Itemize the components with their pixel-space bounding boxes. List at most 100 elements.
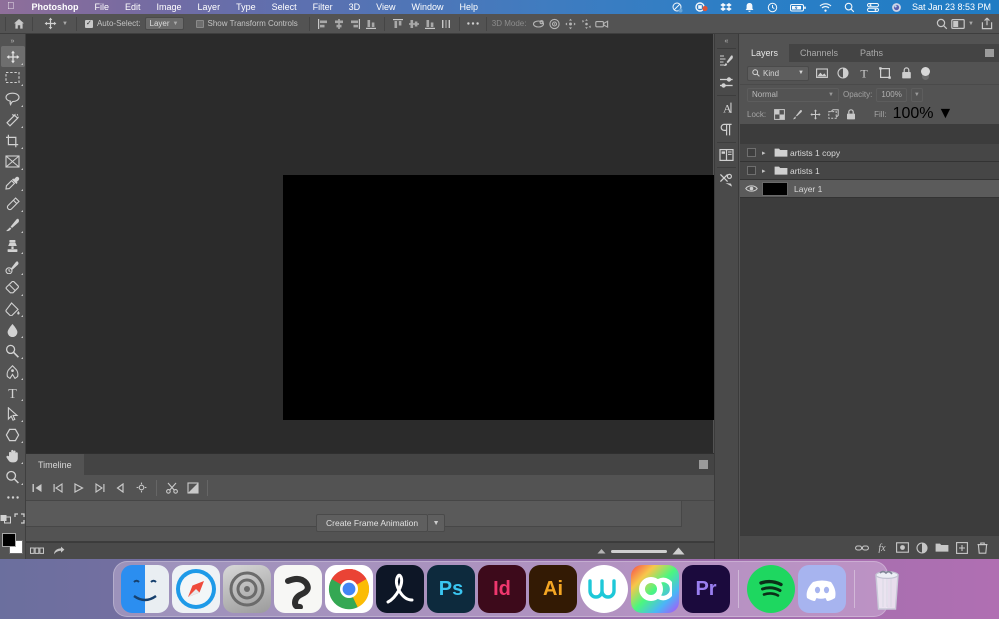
pen-tool[interactable] — [1, 361, 25, 382]
split-at-playhead-icon[interactable] — [161, 475, 182, 501]
document-canvas[interactable] — [283, 175, 717, 420]
filter-pixel-icon[interactable] — [814, 65, 830, 81]
magic-wand-tool[interactable] — [1, 109, 25, 130]
distribute-vertical-centers-icon[interactable] — [406, 14, 422, 34]
3d-orbit-icon[interactable] — [530, 14, 546, 34]
notification-bell-icon[interactable] — [738, 2, 761, 13]
wifi-icon[interactable] — [813, 2, 838, 13]
time-machine-icon[interactable] — [761, 2, 784, 13]
frame-tool[interactable] — [1, 151, 25, 172]
shape-tool[interactable] — [1, 424, 25, 445]
timeline-zoom-slider[interactable] — [592, 547, 714, 555]
color-swatches[interactable] — [1, 533, 24, 555]
dock-app-discord[interactable] — [798, 565, 846, 613]
chevron-down-icon[interactable]: ▼ — [968, 21, 974, 27]
menu-bar-clock[interactable]: Sat Jan 23 8:53 PM — [908, 2, 999, 12]
record-stop-icon[interactable] — [689, 1, 714, 13]
zoom-out-small-icon[interactable] — [597, 548, 606, 554]
history-brush-tool[interactable] — [1, 256, 25, 277]
type-tool[interactable]: T — [1, 382, 25, 403]
menu-item-image[interactable]: Image — [149, 0, 190, 14]
tab-paths[interactable]: Paths — [849, 44, 894, 62]
layer-visibility-toggle[interactable] — [740, 184, 762, 193]
go-to-first-frame-icon[interactable] — [26, 475, 47, 501]
3d-pan-icon[interactable] — [562, 14, 578, 34]
settings-gear-icon[interactable] — [131, 475, 152, 501]
search-icon[interactable] — [934, 14, 950, 34]
menu-item-view[interactable]: View — [368, 0, 403, 14]
menu-item-edit[interactable]: Edit — [117, 0, 149, 14]
layer-style-fx-icon[interactable]: fx — [873, 536, 891, 560]
foreground-color-swatch[interactable] — [1, 533, 16, 547]
align-bottom-edges-icon[interactable] — [363, 14, 379, 34]
panel-menu-icon[interactable] — [985, 49, 994, 57]
brush-settings-icon[interactable] — [715, 50, 738, 72]
tab-layers[interactable]: Layers — [740, 44, 790, 62]
lock-artboard-nesting-icon[interactable] — [826, 107, 840, 121]
audio-icon[interactable] — [110, 475, 131, 501]
dock-app-system-preferences[interactable] — [223, 565, 271, 613]
actions-icon[interactable] — [715, 169, 738, 191]
fill-value[interactable]: 100% — [893, 105, 934, 123]
edit-toolbar-tool[interactable] — [1, 487, 25, 508]
canvas-work-area[interactable] — [26, 34, 717, 453]
opacity-chevron-icon[interactable]: ▼ — [910, 87, 923, 102]
filter-smart-object-icon[interactable] — [898, 65, 914, 81]
eraser-tool[interactable] — [1, 277, 25, 298]
vpn-off-icon[interactable] — [666, 2, 689, 13]
tab-timeline[interactable]: Timeline — [26, 454, 84, 475]
zoom-in-large-icon[interactable] — [672, 547, 685, 555]
lasso-tool[interactable] — [1, 88, 25, 109]
dodge-tool[interactable] — [1, 340, 25, 361]
play-icon[interactable] — [68, 475, 89, 501]
collapse-panel-icon[interactable]: » — [0, 36, 25, 46]
create-frame-animation-button[interactable]: Create Frame Animation — [316, 514, 429, 532]
spotlight-search-icon[interactable] — [838, 2, 861, 13]
render-video-icon[interactable] — [48, 543, 70, 560]
chevron-right-icon[interactable]: ▸ — [762, 149, 772, 157]
paragraph-panel-icon[interactable] — [715, 119, 738, 141]
new-adjustment-layer-icon[interactable] — [913, 536, 931, 560]
menu-item-layer[interactable]: Layer — [190, 0, 229, 14]
link-layers-icon[interactable] — [853, 536, 871, 560]
adjustments-icon[interactable] — [715, 72, 738, 94]
menu-item-type[interactable]: Type — [228, 0, 264, 14]
distribute-top-edges-icon[interactable] — [390, 14, 406, 34]
dock-app-adobe-premiere-pro[interactable]: Pr — [682, 565, 730, 613]
libraries-icon[interactable] — [715, 144, 738, 166]
lock-all-icon[interactable] — [844, 107, 858, 121]
dock-app-adobe-photoshop[interactable]: Ps — [427, 565, 475, 613]
menu-item-photoshop[interactable]: Photoshop — [24, 0, 87, 14]
table-row[interactable]: Layer 1 — [740, 180, 999, 198]
tab-channels[interactable]: Channels — [789, 44, 849, 62]
table-row[interactable]: ▸ artists 1 — [740, 162, 999, 180]
align-horizontal-centers-icon[interactable] — [331, 14, 347, 34]
rectangular-marquee-tool[interactable] — [1, 67, 25, 88]
filter-adjustment-icon[interactable] — [835, 65, 851, 81]
distribute-bottom-edges-icon[interactable] — [422, 14, 438, 34]
path-selection-tool[interactable] — [1, 403, 25, 424]
spot-healing-brush-tool[interactable] — [1, 193, 25, 214]
3d-camera-icon[interactable] — [594, 14, 610, 34]
current-tool-move-icon[interactable]: ▼ — [38, 14, 71, 34]
filter-kind-dropdown[interactable]: Kind ▼ — [747, 65, 809, 81]
home-icon[interactable] — [11, 14, 27, 34]
apple-menu-icon[interactable]:  — [0, 2, 24, 12]
dock-app-creative-cloud[interactable] — [631, 565, 679, 613]
layer-name[interactable]: artists 1 copy — [790, 148, 840, 158]
dock-app-adobe-indesign[interactable]: Id — [478, 565, 526, 613]
panel-menu-icon[interactable] — [699, 460, 708, 469]
hand-tool[interactable] — [1, 445, 25, 466]
layers-list[interactable]: ▸ artists 1 copy ▸ artists 1 Layer 1 — [740, 144, 999, 535]
3d-slide-icon[interactable] — [578, 14, 594, 34]
convert-to-frame-animation-icon[interactable] — [26, 543, 48, 560]
dock-app-adobe-illustrator[interactable]: Ai — [529, 565, 577, 613]
screen-mode-icon[interactable] — [14, 513, 25, 524]
share-icon[interactable] — [979, 14, 995, 34]
dock-app-spotify[interactable] — [747, 565, 795, 613]
dock-app-adobe-acrobat[interactable] — [376, 565, 424, 613]
dock-app-safari[interactable] — [172, 565, 220, 613]
chevron-down-icon[interactable]: ▼ — [428, 514, 446, 532]
dropbox-icon[interactable] — [714, 2, 738, 13]
dock-app-trash[interactable] — [863, 565, 911, 613]
